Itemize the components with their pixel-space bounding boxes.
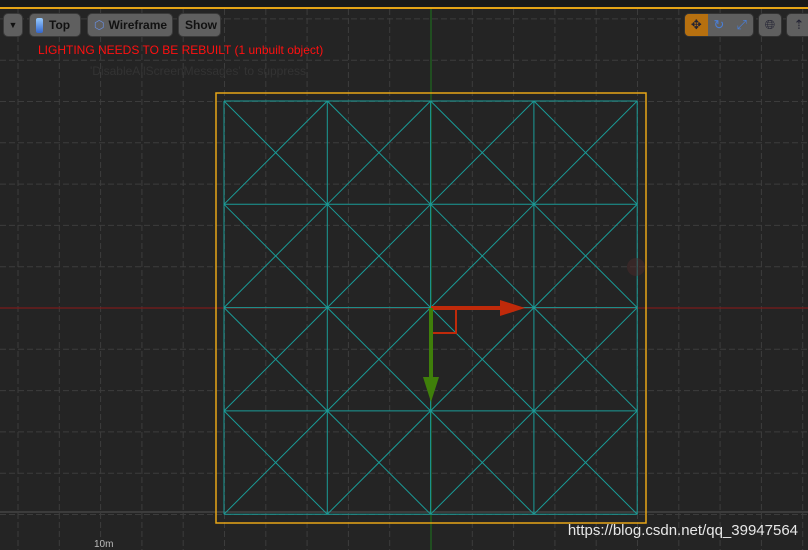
viewport-options-button[interactable]: ▼ <box>3 13 23 37</box>
gizmo-y-arrowhead <box>423 377 439 402</box>
surface-snap-button[interactable]: ⇡ <box>786 13 808 37</box>
scale-icon[interactable]: ⤢ <box>730 14 753 36</box>
world-local-toggle[interactable]: 🌐︎ <box>758 13 782 37</box>
view-mode-button[interactable]: ⬡ Wireframe <box>87 13 173 37</box>
lighting-warning: LIGHTING NEEDS TO BE REBUILT (1 unbuilt … <box>38 43 324 57</box>
transform-tools: ✥ ↻ ⤢ <box>684 13 754 37</box>
globe-icon: 🌐︎ <box>764 17 776 32</box>
camera-top-icon <box>36 17 43 33</box>
rotate-icon[interactable]: ↻ <box>708 14 731 36</box>
gizmo-x-arrowhead <box>500 300 525 316</box>
surface-snap-icon: ⇡ <box>793 17 805 32</box>
viewport[interactable] <box>0 0 808 550</box>
suppress-hint: 'DisableAllScreenMessages' to suppress <box>90 64 307 78</box>
show-button[interactable]: Show <box>178 13 221 37</box>
light-icon <box>627 258 645 276</box>
view-type-button[interactable]: Top <box>29 13 81 37</box>
chevron-down-icon: ▼ <box>8 20 18 30</box>
scale-label: 10m <box>94 539 114 550</box>
wireframe-cube-icon: ⬡ <box>94 18 105 32</box>
viewport-top-border <box>0 0 808 9</box>
translate-icon[interactable]: ✥ <box>685 14 708 36</box>
watermark: https://blog.csdn.net/qq_39947564 <box>567 522 798 539</box>
